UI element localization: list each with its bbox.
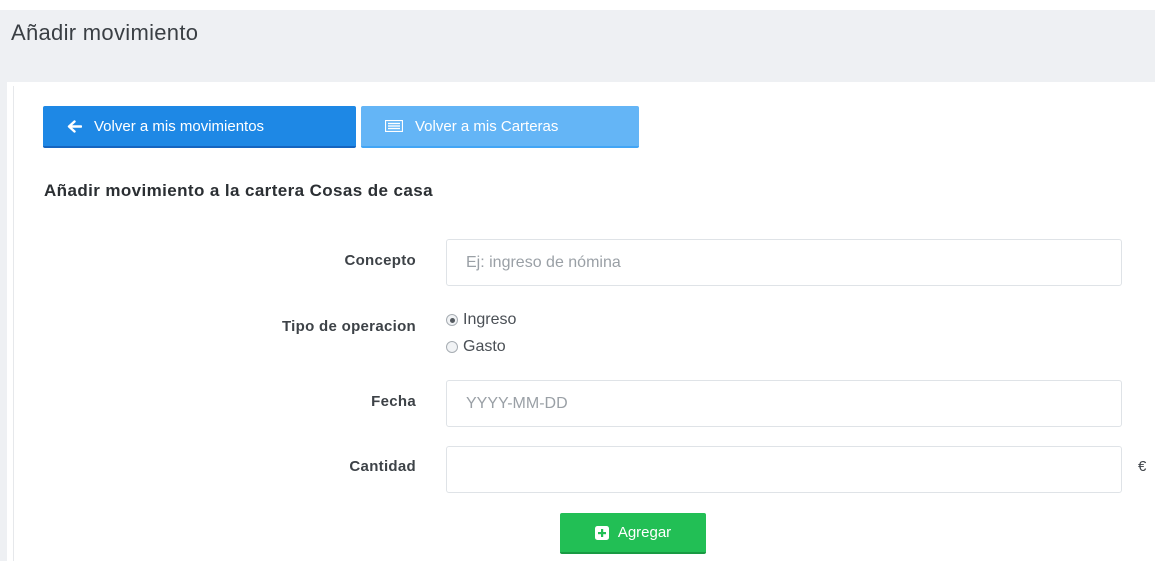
radio-gasto[interactable]: Gasto [446,338,506,356]
back-to-wallets-button[interactable]: Volver a mis Carteras [361,106,639,148]
back-to-wallets-label: Volver a mis Carteras [415,117,559,135]
tipo-operacion-label: Tipo de operacion [281,318,416,335]
plus-square-icon [594,525,609,540]
fecha-label: Fecha [371,393,416,410]
cantidad-input[interactable] [446,446,1122,493]
left-border [0,10,7,561]
concepto-input[interactable] [446,239,1122,286]
concepto-label: Concepto [344,252,416,269]
back-to-movements-button[interactable]: Volver a mis movimientos [43,106,356,148]
agregar-button[interactable]: Agregar [560,513,706,554]
back-to-movements-label: Volver a mis movimientos [94,117,265,135]
radio-gasto-label: Gasto [463,338,506,355]
page-title: Añadir movimiento [11,20,199,45]
radio-ingreso[interactable]: Ingreso [446,311,516,329]
arrow-left-icon [67,119,82,133]
cantidad-label: Cantidad [349,458,416,475]
currency-symbol: € [1138,458,1147,475]
radio-ingreso-label: Ingreso [463,311,517,328]
radio-gasto-control[interactable] [446,341,458,353]
list-icon [385,120,403,132]
radio-ingreso-control[interactable] [446,314,458,326]
fecha-input[interactable] [446,380,1122,427]
agregar-label: Agregar [617,524,672,541]
form-section-title: Añadir movimiento a la cartera Cosas de … [44,181,433,200]
